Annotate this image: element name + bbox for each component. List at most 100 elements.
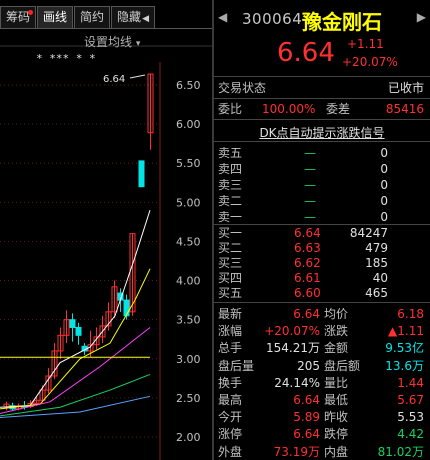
y-tick-label: 5.00 (176, 196, 201, 209)
sell-order-row: 卖一 — 0 (214, 209, 430, 225)
sell-price: — (304, 162, 316, 176)
y-tick-label: 3.50 (176, 314, 201, 327)
ma-setting-button[interactable]: 设置均线 ▾ (84, 33, 140, 50)
stat-label: 最高 (218, 393, 243, 407)
stat-label: 涨跌 (324, 324, 349, 339)
sell-level-label: 卖三 (218, 178, 243, 192)
stat-label: 金额 (324, 341, 349, 356)
buy-order-row: 买三 6.62 185 (214, 255, 430, 271)
stat-value: 5.89 (293, 410, 320, 425)
buy-order-row: 买四 6.61 40 (214, 270, 430, 286)
tab-chips[interactable]: 筹码 (0, 6, 37, 28)
divider (214, 76, 430, 77)
trade-status-value: 已收市 (387, 81, 424, 95)
ma-setting-label: 设置均线 (84, 35, 133, 49)
stat-label: 换手 (218, 375, 243, 390)
buy-level-label: 买三 (218, 256, 243, 270)
buy-price: 6.64 (294, 226, 321, 240)
price-marker-line (129, 74, 146, 79)
stats-row: 外盘 73.19万 内盘 81.02万 (214, 444, 430, 460)
order-diff-label: 委差 (326, 102, 351, 116)
sell-volume: 0 (380, 146, 388, 160)
current-price: 6.64 (277, 38, 335, 68)
stat-label: 跌停 (324, 427, 349, 442)
sell-level-label: 卖一 (218, 210, 243, 224)
stock-code: 300064 (242, 10, 303, 28)
chevron-down-icon: ▾ (135, 39, 141, 49)
y-tick-label: 2.50 (176, 392, 201, 405)
sell-price: — (304, 146, 316, 160)
stat-label: 总手 (218, 341, 243, 356)
buy-level-label: 买二 (218, 241, 243, 255)
stat-value: 205 (297, 358, 320, 373)
sell-price: — (304, 194, 316, 208)
tab-simple-label: 简约 (80, 10, 105, 24)
order-diff-value: 85416 (385, 102, 424, 116)
stats-row: 涨停 6.64 跌停 4.42 (214, 426, 430, 442)
order-ratio-label: 委比 (218, 102, 243, 116)
stats-row: 最高 6.64 最低 5.67 (214, 392, 430, 408)
prev-stock-icon[interactable]: ◀ (218, 10, 227, 24)
y-tick-label: 6.00 (176, 118, 201, 131)
buy-price: 6.60 (294, 286, 321, 300)
dk-signal-text: DK点自动提示涨跌信号 (259, 126, 385, 140)
kline-chart[interactable]: 6.50 6.00 5.50 5.00 4.50 4.00 3.50 3.00 2.50 2.00… (0, 0, 212, 460)
tab-simple[interactable]: 简约 (74, 6, 111, 28)
stat-value: 24.14% (274, 375, 320, 390)
tab-chips-label: 筹码 (6, 10, 31, 24)
y-tick-label: 2.00 (176, 431, 201, 444)
sell-volume: 0 (380, 162, 388, 176)
y-tick-label: 4.00 (176, 275, 201, 288)
divider (214, 98, 430, 99)
y-tick-label: 4.50 (176, 235, 201, 248)
stock-name: 豫金刚石 (302, 10, 382, 34)
stat-label: 最新 (218, 307, 243, 321)
tab-divider (0, 28, 212, 29)
ma30-line (0, 373, 151, 417)
stat-value: 154.21万 (266, 341, 320, 356)
stat-label: 涨幅 (218, 324, 243, 339)
next-stock-icon[interactable]: ▶ (417, 10, 426, 24)
stat-label: 外盘 (218, 444, 243, 459)
sell-level-label: 卖五 (218, 146, 243, 160)
divider (214, 119, 430, 120)
notification-dot-icon (28, 10, 34, 15)
stat-label: 最低 (324, 393, 349, 407)
quote-panel: ◀ 300064 豫金刚石 ▶ 6.64 +1.11 +20.07% 交易状态 … (214, 0, 430, 460)
divider (214, 141, 430, 142)
stat-value: 1.44 (397, 375, 424, 390)
candle-body (69, 319, 76, 328)
stats-row: 今开 5.89 昨收 5.53 (214, 409, 430, 425)
stat-label: 今开 (218, 410, 243, 425)
stat-value: 5.67 (397, 393, 424, 407)
stats-row: 涨幅 +20.07% 涨跌 ▲1.11 (214, 323, 430, 339)
tab-drawing[interactable]: 画线 (37, 6, 74, 28)
buy-level-label: 买四 (218, 271, 243, 285)
tab-drawing-label: 画线 (43, 10, 68, 24)
stat-label: 盘后量 (218, 358, 255, 373)
stats-row: 换手 24.14% 量比 1.44 (214, 375, 430, 391)
price-change: +1.11 (347, 37, 384, 51)
stat-value: 6.64 (293, 307, 320, 321)
stat-value: 6.64 (293, 427, 320, 442)
buy-volume: 465 (365, 286, 388, 300)
stat-value: 73.19万 (273, 444, 320, 459)
tab-hide[interactable]: 隐藏◀ (111, 6, 155, 28)
y-tick-label: 3.00 (176, 353, 201, 366)
order-ratio-row: 委比 100.00% 委差 85416 (214, 101, 430, 117)
y-tick-label: 5.50 (176, 157, 201, 170)
buy-price: 6.63 (294, 241, 321, 255)
stat-label: 均价 (324, 307, 349, 321)
buy-level-label: 买五 (218, 286, 243, 300)
stat-label: 盘后额 (324, 358, 361, 373)
dk-signal-link[interactable]: DK点自动提示涨跌信号 (214, 124, 430, 141)
ma10-line (0, 268, 151, 410)
kline-chart-panel[interactable]: 6.50 6.00 5.50 5.00 4.50 4.00 3.50 3.00 2.50 2.00… (0, 0, 212, 460)
stats-row: 总手 154.21万 金额 9.53亿 (214, 340, 430, 356)
buy-volume: 84247 (349, 226, 388, 240)
buy-volume: 40 (372, 271, 388, 285)
stat-value: 81.02万 (377, 444, 424, 459)
sell-volume: 0 (380, 178, 388, 192)
sell-order-row: 卖三 — 0 (214, 177, 430, 193)
stat-label: 涨停 (218, 427, 243, 442)
